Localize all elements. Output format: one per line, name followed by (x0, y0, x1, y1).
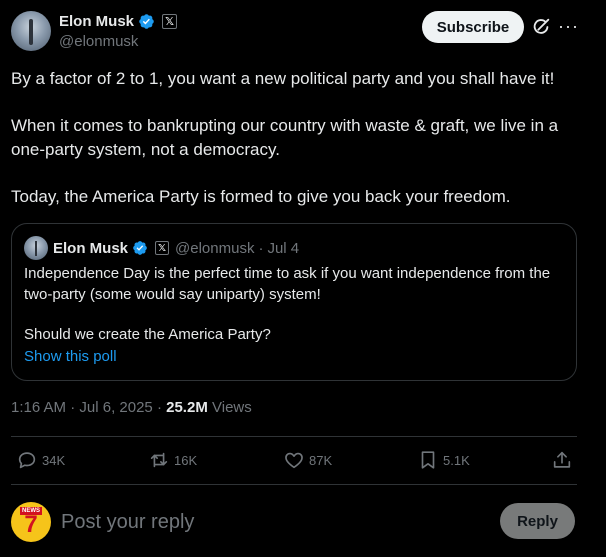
dot-separator: · (258, 239, 264, 257)
quote-paragraph: Independence Day is the perfect time to … (24, 265, 551, 303)
reply-submit-button[interactable]: Reply (500, 503, 575, 539)
share-icon (553, 451, 571, 468)
like-count: 87K (309, 452, 333, 468)
repost-button[interactable]: 16K (148, 448, 197, 472)
quote-author-handle[interactable]: @elonmusk (175, 240, 254, 257)
divider (11, 436, 577, 437)
bookmark-count: 5.1K (443, 452, 470, 468)
reply-count: 34K (42, 452, 66, 468)
quote-paragraph: Should we create the America Party? (24, 326, 271, 343)
bookmark-button[interactable]: 5.1K (417, 448, 470, 472)
heart-icon (285, 452, 303, 469)
reply-input[interactable] (61, 508, 481, 536)
post-meta: 1:16 AM · Jul 6, 2025 · 25.2M Views (11, 399, 252, 416)
quoted-post[interactable]: Elon Musk 𝕏 @elonmusk · Jul 4 Independen… (11, 223, 577, 381)
user-avatar[interactable]: NEWS 7 (11, 502, 51, 542)
post-paragraph: When it comes to bankrupting our country… (11, 116, 559, 159)
reply-button[interactable]: 34K (16, 448, 65, 472)
reply-icon (18, 452, 36, 469)
author-name-row[interactable]: Elon Musk 𝕏 (59, 12, 178, 30)
post-paragraph: Today, the America Party is formed to gi… (11, 186, 511, 206)
quote-date[interactable]: Jul 4 (267, 240, 299, 257)
post-time[interactable]: 1:16 AM (11, 399, 66, 416)
quote-author-name[interactable]: Elon Musk (53, 240, 128, 257)
post-paragraph: By a factor of 2 to 1, you want a new po… (11, 69, 555, 88)
repost-count: 16K (174, 452, 198, 468)
quote-author-avatar[interactable] (24, 236, 48, 260)
author-name[interactable]: Elon Musk (59, 13, 134, 30)
x-logo-icon: 𝕏 (162, 13, 178, 29)
verified-badge-icon (133, 241, 147, 255)
show-poll-link[interactable]: Show this poll (24, 348, 117, 365)
avatar-number: 7 (24, 511, 38, 538)
like-button[interactable]: 87K (283, 448, 332, 472)
author-handle[interactable]: @elonmusk (59, 33, 138, 50)
dot-separator: · (70, 399, 80, 416)
divider (11, 484, 577, 485)
post-date[interactable]: Jul 6, 2025 (79, 399, 152, 416)
views-count: 25.2M (166, 399, 208, 416)
repost-icon (150, 452, 168, 468)
x-logo-icon: 𝕏 (155, 241, 170, 255)
bookmark-icon (421, 451, 435, 469)
author-avatar[interactable] (11, 11, 51, 51)
share-button[interactable] (551, 448, 573, 472)
quote-header: Elon Musk 𝕏 @elonmusk · Jul 4 (53, 239, 299, 257)
dot-separator: · (156, 399, 167, 416)
more-icon[interactable]: ··· (558, 16, 578, 36)
grok-icon[interactable] (530, 16, 552, 38)
post-body: By a factor of 2 to 1, you want a new po… (11, 67, 596, 208)
verified-badge-icon (139, 13, 154, 29)
views-label: Views (212, 399, 252, 416)
subscribe-button[interactable]: Subscribe (422, 11, 524, 43)
